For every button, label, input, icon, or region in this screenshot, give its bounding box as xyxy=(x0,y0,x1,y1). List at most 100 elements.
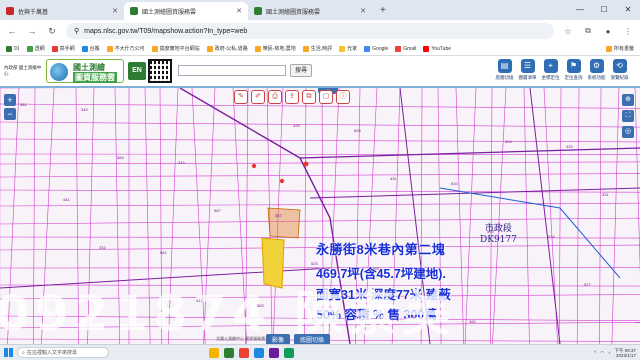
parcel-number: 340 xyxy=(81,107,88,112)
tab-favicon-icon xyxy=(254,7,262,15)
parcel-number: 561 xyxy=(160,250,167,255)
parcel-number: 324 xyxy=(505,139,512,144)
bookmark-item[interactable]: 高手網 xyxy=(51,45,75,52)
history-button[interactable]: ⟲ 瀏覽紀錄 xyxy=(609,59,630,81)
window-controls: — ☐ ✕ xyxy=(568,0,640,20)
tab-title: 國土測繪圖資服務雲 xyxy=(266,9,321,16)
bookmark-item[interactable]: 樂民-房地,農地 xyxy=(254,45,296,52)
locate-query-button[interactable]: ⚑ 定位查詢 xyxy=(563,59,584,81)
bookmark-item[interactable]: 光家 xyxy=(339,45,357,52)
tab-favicon-icon xyxy=(130,7,138,15)
star-icon[interactable]: ☆ xyxy=(562,27,574,36)
parcel-number: 581 xyxy=(20,102,27,107)
bookmark-item[interactable]: 透網 xyxy=(26,45,45,52)
url-field[interactable]: ⚲ maps.nlsc.gov.tw/T09/mapshow.action?In… xyxy=(66,23,554,39)
imagery-button[interactable]: 影像 xyxy=(266,334,291,344)
browser-tab-bar: 佐與千萬基 ✕ 國土測繪圖資服務雲 ✕ 國土測繪圖資服務雲 ✕ + — ☐ ✕ xyxy=(0,0,640,20)
language-button[interactable]: EN xyxy=(128,62,146,80)
network-icon[interactable]: ◠ xyxy=(600,350,604,356)
back-icon[interactable]: ← xyxy=(6,26,18,36)
minimize-icon[interactable]: — xyxy=(568,0,592,20)
select-icon[interactable]: ▢ xyxy=(319,90,333,104)
chrome-icon[interactable] xyxy=(239,347,249,358)
close-tab-icon[interactable]: ✕ xyxy=(112,7,118,15)
file-explorer-icon[interactable] xyxy=(209,347,219,358)
menu-icon[interactable]: ⋮ xyxy=(622,27,634,36)
compare-icon[interactable]: ⧉ xyxy=(302,90,316,104)
chevron-up-icon[interactable]: ^ xyxy=(594,350,596,355)
tab-title: 國土測繪圖資服務雲 xyxy=(142,9,197,16)
zoom-out-icon[interactable]: − xyxy=(4,108,16,120)
close-window-icon[interactable]: ✕ xyxy=(616,0,640,20)
agency-logo[interactable]: 內政部 國土測繪中心 xyxy=(4,65,44,77)
parcel-number: 426 xyxy=(293,123,300,128)
windows-taskbar: ⌕ 在這裡輸入文字來搜尋 ^ ◠ ♪ 下午 06:37 2023/1/17 xyxy=(0,344,640,360)
zoom-in-icon[interactable]: + xyxy=(4,94,16,106)
volume-icon[interactable]: ♪ xyxy=(608,350,610,355)
layer-list-button[interactable]: ☰ 圖層清單 xyxy=(517,59,538,81)
forward-icon[interactable]: → xyxy=(26,26,38,36)
parcel-number: 331 xyxy=(602,192,609,197)
app-icon[interactable] xyxy=(284,347,294,358)
windows-start-icon[interactable] xyxy=(4,348,13,357)
bookmark-item[interactable]: 不大什乃公可 xyxy=(106,45,145,52)
service-logo[interactable]: 國土測繪 圖資服務雲 xyxy=(46,59,124,83)
bookmark-item[interactable]: Gmail xyxy=(395,45,416,52)
app-icon[interactable] xyxy=(224,347,234,358)
search-button[interactable]: 搜尋 xyxy=(290,64,312,77)
share-icon[interactable]: ⇪ xyxy=(285,90,299,104)
search-input[interactable] xyxy=(178,65,286,76)
location-icon[interactable]: ◎ xyxy=(622,126,634,138)
draw-icon[interactable]: ✐ xyxy=(251,90,265,104)
globe-icon xyxy=(50,63,68,81)
parcel-number: 326 xyxy=(408,314,415,319)
tab-favicon-icon xyxy=(6,7,14,15)
bookmark-item[interactable]: 91 xyxy=(6,45,20,52)
edge-icon[interactable] xyxy=(254,347,264,358)
app-icon[interactable] xyxy=(269,347,279,358)
all-bookmarks[interactable]: 所有書籤 xyxy=(605,45,634,52)
new-tab-button[interactable]: + xyxy=(372,5,394,20)
parcel-number: 369 xyxy=(372,266,379,271)
system-function-button[interactable]: ⚙ 系統功能 xyxy=(586,59,607,81)
reload-icon[interactable]: ↻ xyxy=(46,26,58,37)
parcel-number: 367 xyxy=(275,213,282,218)
browser-tab[interactable]: 國土測繪圖資服務雲 ✕ xyxy=(248,2,372,20)
bookmark-item[interactable]: 政府-公私,道路 xyxy=(206,45,248,52)
map-bottom-buttons: 影像 底圖切換 xyxy=(266,334,331,344)
parcel-number: 431 xyxy=(390,176,397,181)
bookmark-item[interactable]: Google xyxy=(364,45,388,52)
extensions-icon[interactable]: ⧉ xyxy=(582,26,594,36)
map-canvas[interactable]: + − ▲ ✎ ✐ ⎙ ⇪ ⧉ ▢ ⓘ ⊕ ⛶ ◎ 市政段 DK9177 永勝街… xyxy=(0,88,640,344)
target-icon: ⌖ xyxy=(543,59,558,73)
parcel-number: 417 xyxy=(196,298,203,303)
browser-tab-active[interactable]: 國土測繪圖資服務雲 ✕ xyxy=(124,2,248,20)
bookmark-item[interactable]: 換度實地平台網站 xyxy=(151,45,200,52)
compass-icon[interactable]: ⊕ xyxy=(622,94,634,106)
measure-icon[interactable]: ✎ xyxy=(234,90,248,104)
fullscreen-icon[interactable]: ⛶ xyxy=(622,110,634,122)
parcel-number: 433 xyxy=(566,144,573,149)
parcel-number: 563 xyxy=(257,303,264,308)
basemap-toggle-button[interactable]: 底圖切換 xyxy=(294,334,331,344)
bookmark-item[interactable]: 台搬 xyxy=(81,45,100,52)
close-tab-icon[interactable]: ✕ xyxy=(360,7,366,15)
bookmark-item[interactable]: 生活,時評 xyxy=(302,45,332,52)
taskbar-apps xyxy=(209,347,294,358)
parcel-number: 382 xyxy=(469,319,476,324)
clock[interactable]: 下午 06:37 2023/1/17 xyxy=(614,348,636,358)
coordinate-locate-button[interactable]: ⌖ 坐標定位 xyxy=(540,59,561,81)
close-tab-icon[interactable]: ✕ xyxy=(236,7,242,15)
bookmark-item[interactable]: YouTube xyxy=(423,45,451,52)
identify-icon[interactable]: ⓘ xyxy=(336,90,350,104)
browser-tab[interactable]: 佐與千萬基 ✕ xyxy=(0,2,124,20)
basemap-switch-button[interactable]: ▤ 底圖切換 xyxy=(494,59,515,81)
maximize-icon[interactable]: ☐ xyxy=(592,0,616,20)
taskbar-search-input[interactable]: ⌕ 在這裡輸入文字來搜尋 xyxy=(17,347,109,358)
site-info-icon[interactable]: ⚲ xyxy=(74,27,79,35)
listing-line: 永勝街8米巷內第二塊 xyxy=(316,242,446,257)
parcel-number: 634 xyxy=(548,234,555,239)
profile-icon[interactable]: ● xyxy=(602,27,614,36)
print-icon[interactable]: ⎙ xyxy=(268,90,282,104)
map-side-controls: ⊕ ⛶ ◎ xyxy=(622,94,634,142)
